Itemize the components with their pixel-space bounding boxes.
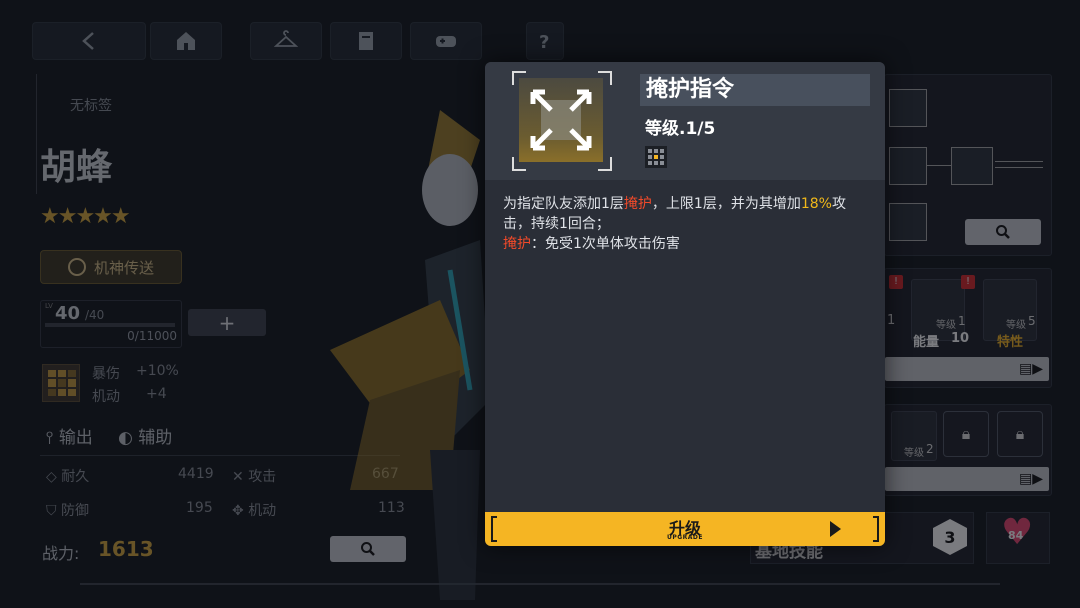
durability-value: 4419 (178, 466, 214, 482)
slot2-value: 10 (951, 331, 970, 346)
power-label: 战力: (42, 544, 80, 563)
character-tag: 无标签 (70, 98, 112, 114)
locked-slot[interactable]: 🔒︎ (943, 411, 989, 457)
exp-bar (45, 323, 175, 327)
mobility-label: 机动 (92, 389, 120, 405)
crit-label: 暴伤 (92, 366, 120, 382)
module-list-bar[interactable]: ▤▶ (885, 467, 1049, 491)
plus-label: + (218, 310, 236, 335)
slot3-level: 5 (1028, 314, 1036, 328)
upgrade-sublabel: UPGRADE (666, 534, 704, 541)
mech-transfer-button[interactable]: 机神传送 (40, 250, 182, 284)
alert-badge: ! (961, 275, 975, 289)
svg-text:?: ? (539, 32, 549, 53)
slot2-name: 能量 (913, 335, 940, 350)
play-arrow-icon (830, 521, 841, 537)
mobility-value: +4 (146, 386, 167, 402)
slot4-level-label: 等级 (904, 448, 924, 459)
tree-link (927, 165, 951, 166)
hexagon-icon: 3 (933, 519, 967, 555)
lock-icon: 🔒︎ (961, 424, 971, 443)
slot4-level: 2 (926, 442, 934, 456)
heart-icon: ♥ 84 (1001, 512, 1034, 553)
slot2-level-label: 等级 (936, 320, 956, 331)
attack-label: ✕ 攻击 (232, 469, 277, 485)
character-portrait (330, 70, 490, 600)
skill-panel: 1 ! 等级 1 能量 10 ! 等级 5 特性 ▤▶ 等级 2 🔒︎ 🔒︎ ▤… (750, 0, 1080, 608)
skill-description: 为指定队友添加1层掩护，上限1层，并为其增加18%攻击，持续1回合； 掩护：免受… (503, 196, 846, 252)
slot2-level: 1 (958, 314, 966, 328)
role-output: ⫯ 输出 (46, 428, 93, 448)
tree-node[interactable] (889, 203, 927, 241)
equipment-box: 1 ! 等级 1 能量 10 ! 等级 5 特性 ▤▶ (884, 268, 1052, 388)
module-slot[interactable]: 等级 2 (891, 411, 937, 461)
shield-icon: ⛉ (46, 503, 61, 519)
target-icon (67, 258, 86, 276)
help-button[interactable]: ? (526, 22, 564, 60)
defense-value: 195 (186, 500, 213, 516)
help-icon: ? (539, 32, 549, 53)
list-arrow-icon: ▤▶ (1019, 471, 1043, 487)
slot1-level: 1 (887, 313, 896, 328)
slot3-name: 特性 (997, 335, 1024, 350)
role-support: ◐ 辅助 (118, 428, 173, 448)
tree-link (995, 167, 1043, 168)
defense-label: ⛉ 防御 (46, 503, 89, 519)
crit-value: +10% (136, 363, 179, 379)
power-value: 1613 (98, 537, 154, 561)
exp-value: 0/11000 (127, 329, 177, 343)
magnifier-icon (996, 225, 1010, 239)
keyword-cover: 掩护 (503, 236, 531, 252)
level-up-button[interactable]: + (188, 309, 266, 336)
skill-detail-popup: 掩护指令 等级.1/5 为指定队友添加1层掩护，上限1层，并为其增加18%攻击，… (485, 62, 885, 546)
chip-grid-icon (42, 364, 80, 402)
move-icon: ✥ (232, 503, 249, 519)
level-max: /40 (85, 308, 105, 322)
attack-icon: ✕ (232, 469, 249, 485)
tree-link (995, 161, 1043, 162)
mech-transfer-label: 机神传送 (93, 258, 154, 277)
slot3-level-label: 等级 (1006, 320, 1026, 331)
locked-slot[interactable]: 🔒︎ (997, 411, 1043, 457)
skill-tree-box (884, 74, 1052, 256)
keyword-cover: 掩护 (623, 196, 652, 212)
durability-label: ◇ 耐久 (46, 469, 90, 485)
tree-node[interactable] (889, 147, 927, 185)
skill-detail-button[interactable] (965, 219, 1041, 245)
skill-level: 等级.1/5 (645, 119, 716, 139)
attack-bonus-value: 18% (800, 196, 832, 212)
level-value: 40 (55, 303, 81, 324)
affection-button[interactable]: ♥ 84 (986, 512, 1050, 564)
tree-node[interactable] (951, 147, 993, 185)
bottom-rail (80, 583, 1000, 585)
chip-grid-icon (645, 146, 667, 168)
durability-icon: ◇ (46, 469, 62, 485)
level-box: LV 40 /40 0/11000 (40, 300, 182, 348)
alert-badge: ! (889, 275, 903, 289)
module-box: 等级 2 🔒︎ 🔒︎ ▤▶ (884, 404, 1052, 496)
tree-node[interactable] (889, 89, 927, 127)
equip-list-bar[interactable]: ▤▶ (885, 357, 1049, 381)
star-rating: ★★★★★ (40, 204, 131, 229)
upgrade-button[interactable]: 升级 UPGRADE (485, 512, 885, 546)
skill-name: 掩护指令 (640, 74, 870, 106)
lock-icon: 🔒︎ (1015, 424, 1025, 443)
list-arrow-icon: ▤▶ (1019, 361, 1043, 377)
support-icon: ◐ (118, 428, 139, 448)
pin-icon: ⫯ (46, 428, 59, 448)
popup-header: 掩护指令 等级.1/5 (485, 62, 885, 180)
mobility2-label: ✥ 机动 (232, 503, 277, 519)
cover-command-icon (519, 78, 603, 162)
character-name: 胡蜂 (40, 147, 113, 188)
level-prefix: LV (45, 302, 53, 310)
